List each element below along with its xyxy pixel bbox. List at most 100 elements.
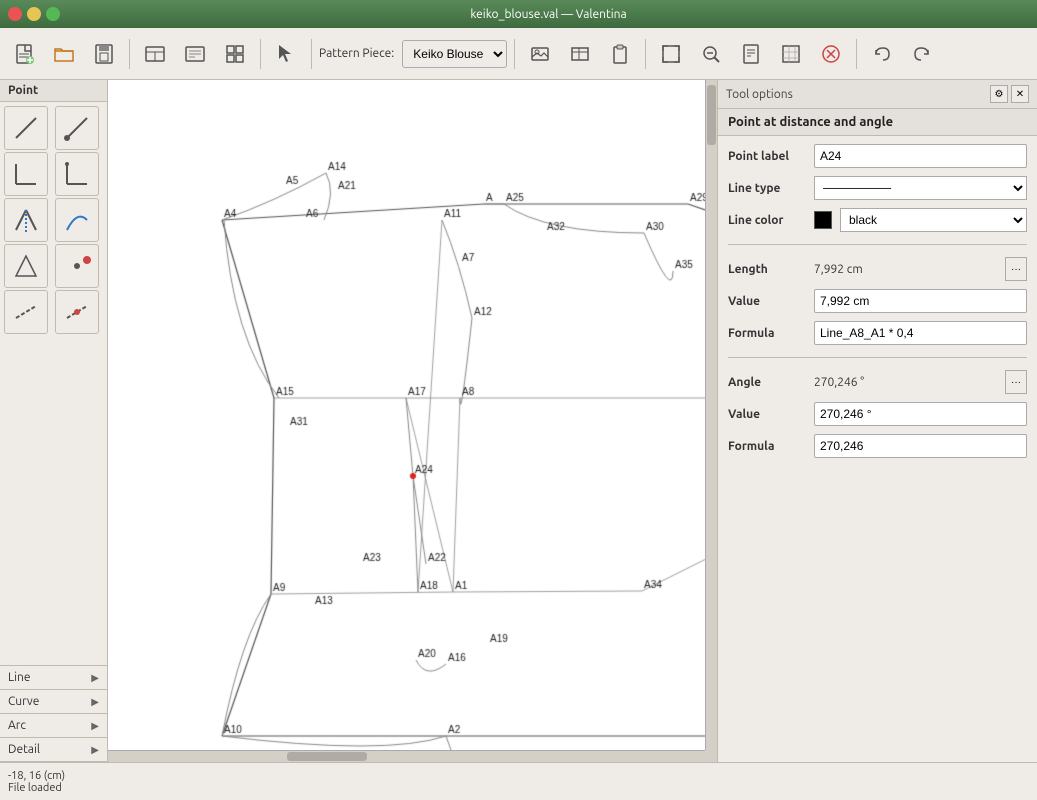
length-value-input[interactable] [814, 289, 1027, 313]
category-detail-arrow: ▶ [91, 744, 99, 756]
angle-value-label: Value [728, 408, 808, 421]
minimize-window-button[interactable] [27, 7, 41, 21]
curve-point-button[interactable] [55, 198, 99, 242]
category-arc-arrow: ▶ [91, 720, 99, 732]
angle-value-row: Value [728, 402, 1027, 426]
angle-display: 270,246 ° [814, 376, 999, 389]
panel-close-button[interactable]: ✕ [1011, 85, 1029, 103]
grid2-button[interactable] [773, 36, 809, 72]
category-line-label: Line [8, 671, 31, 684]
left-panel-header: Point [0, 80, 107, 102]
line-tool2-button[interactable] [55, 106, 99, 150]
clipboard-button[interactable] [602, 36, 638, 72]
point-tool-button[interactable] [55, 244, 99, 288]
sep6 [856, 39, 857, 69]
angle-formula-input[interactable] [814, 434, 1027, 458]
sep5 [645, 39, 646, 69]
right-panel-header-buttons: ⚙ ✕ [990, 85, 1029, 103]
grid-button[interactable] [217, 36, 253, 72]
zoom-page-button[interactable] [733, 36, 769, 72]
category-curve-arrow: ▶ [91, 696, 99, 708]
window-controls[interactable] [8, 7, 60, 21]
redo-button[interactable] [904, 36, 940, 72]
right-panel: Tool options ⚙ ✕ Point at distance and a… [717, 80, 1037, 762]
maximize-window-button[interactable] [46, 7, 60, 21]
category-arc[interactable]: Arc ▶ [0, 714, 107, 738]
angle-tool2-button[interactable] [55, 152, 99, 196]
title-bar: keiko_blouse.val — Valentina [0, 0, 1037, 28]
new-button[interactable] [6, 36, 42, 72]
dash-line-button[interactable] [4, 290, 48, 334]
open-button[interactable] [46, 36, 82, 72]
table-button[interactable] [562, 36, 598, 72]
zoom-out-button[interactable] [693, 36, 729, 72]
sep4 [514, 39, 515, 69]
panel-settings-button[interactable]: ⚙ [990, 85, 1008, 103]
line-tool-button[interactable] [4, 106, 48, 150]
undo-button[interactable] [864, 36, 900, 72]
angle-value-input[interactable] [814, 402, 1027, 426]
triangle-tool-button[interactable] [4, 244, 48, 288]
zoom-fit-button[interactable] [653, 36, 689, 72]
length-formula-row: Formula [728, 321, 1027, 345]
point-on-line-button[interactable] [55, 290, 99, 334]
category-detail[interactable]: Detail ▶ [0, 738, 107, 762]
sep3 [311, 39, 312, 69]
category-line-arrow: ▶ [91, 672, 99, 684]
sep1 [129, 39, 130, 69]
save-button[interactable] [86, 36, 122, 72]
scrollbar-vertical[interactable] [705, 80, 717, 750]
length-label: Length [728, 263, 808, 276]
angle-menu-button[interactable]: ··· [1005, 370, 1027, 394]
pattern-canvas[interactable] [108, 80, 705, 750]
window-title: keiko_blouse.val — Valentina [68, 8, 1029, 21]
pattern-piece-select[interactable]: Keiko Blouse [402, 40, 507, 68]
cursor-button[interactable] [268, 36, 304, 72]
image-button[interactable] [522, 36, 558, 72]
draw-button[interactable] [177, 36, 213, 72]
bottom-categories: Line ▶ Curve ▶ Arc ▶ Detail ▶ [0, 665, 107, 762]
canvas-inner [108, 80, 705, 750]
length-row: Length 7,992 cm ··· [728, 257, 1027, 281]
pattern-piece-label: Pattern Piece: [319, 47, 394, 60]
sep2 [260, 39, 261, 69]
category-detail-label: Detail [8, 743, 40, 756]
close-window-button[interactable] [8, 7, 22, 21]
coordinates: -18, 16 (cm) [8, 770, 1029, 782]
canvas-container[interactable] [108, 80, 717, 762]
line-type-label: Line type [728, 182, 808, 195]
length-value-row: Value [728, 289, 1027, 313]
tool-options-title: Point at distance and angle [718, 109, 1037, 136]
line-type-row: Line type ──────── - - - - - ········ [728, 176, 1027, 200]
main-area: Point [0, 80, 1037, 762]
line-color-row: Line color black [728, 208, 1027, 232]
line-type-select[interactable]: ──────── - - - - - ········ [814, 176, 1027, 200]
scrollbar-horizontal[interactable] [108, 750, 705, 762]
scrollbar-h-thumb[interactable] [287, 752, 367, 761]
length-menu-button[interactable]: ··· [1005, 257, 1027, 281]
angle-label: Angle [728, 376, 808, 389]
tool-grid [0, 102, 107, 338]
point-label-row: Point label [728, 144, 1027, 168]
color-swatch [814, 211, 832, 229]
status-text: File loaded [8, 782, 1029, 794]
point-label-label: Point label [728, 150, 808, 163]
bisect-tool-button[interactable] [4, 198, 48, 242]
angle-tool-button[interactable] [4, 152, 48, 196]
angle-formula-label: Formula [728, 440, 808, 453]
close-x-button[interactable] [813, 36, 849, 72]
category-arc-label: Arc [8, 719, 26, 732]
tool-options-header-label: Tool options [726, 88, 793, 101]
toolbar: Pattern Piece: Keiko Blouse [0, 28, 1037, 80]
category-line[interactable]: Line ▶ [0, 666, 107, 690]
line-color-select[interactable]: black [840, 208, 1027, 232]
scrollbar-corner [705, 750, 717, 762]
category-curve[interactable]: Curve ▶ [0, 690, 107, 714]
angle-row: Angle 270,246 ° ··· [728, 370, 1027, 394]
scrollbar-v-thumb[interactable] [707, 85, 716, 145]
point-label-input[interactable] [814, 144, 1027, 168]
length-formula-input[interactable] [814, 321, 1027, 345]
layout-button[interactable] [137, 36, 173, 72]
right-panel-header: Tool options ⚙ ✕ [718, 80, 1037, 109]
status-bar: -18, 16 (cm) File loaded [0, 762, 1037, 800]
